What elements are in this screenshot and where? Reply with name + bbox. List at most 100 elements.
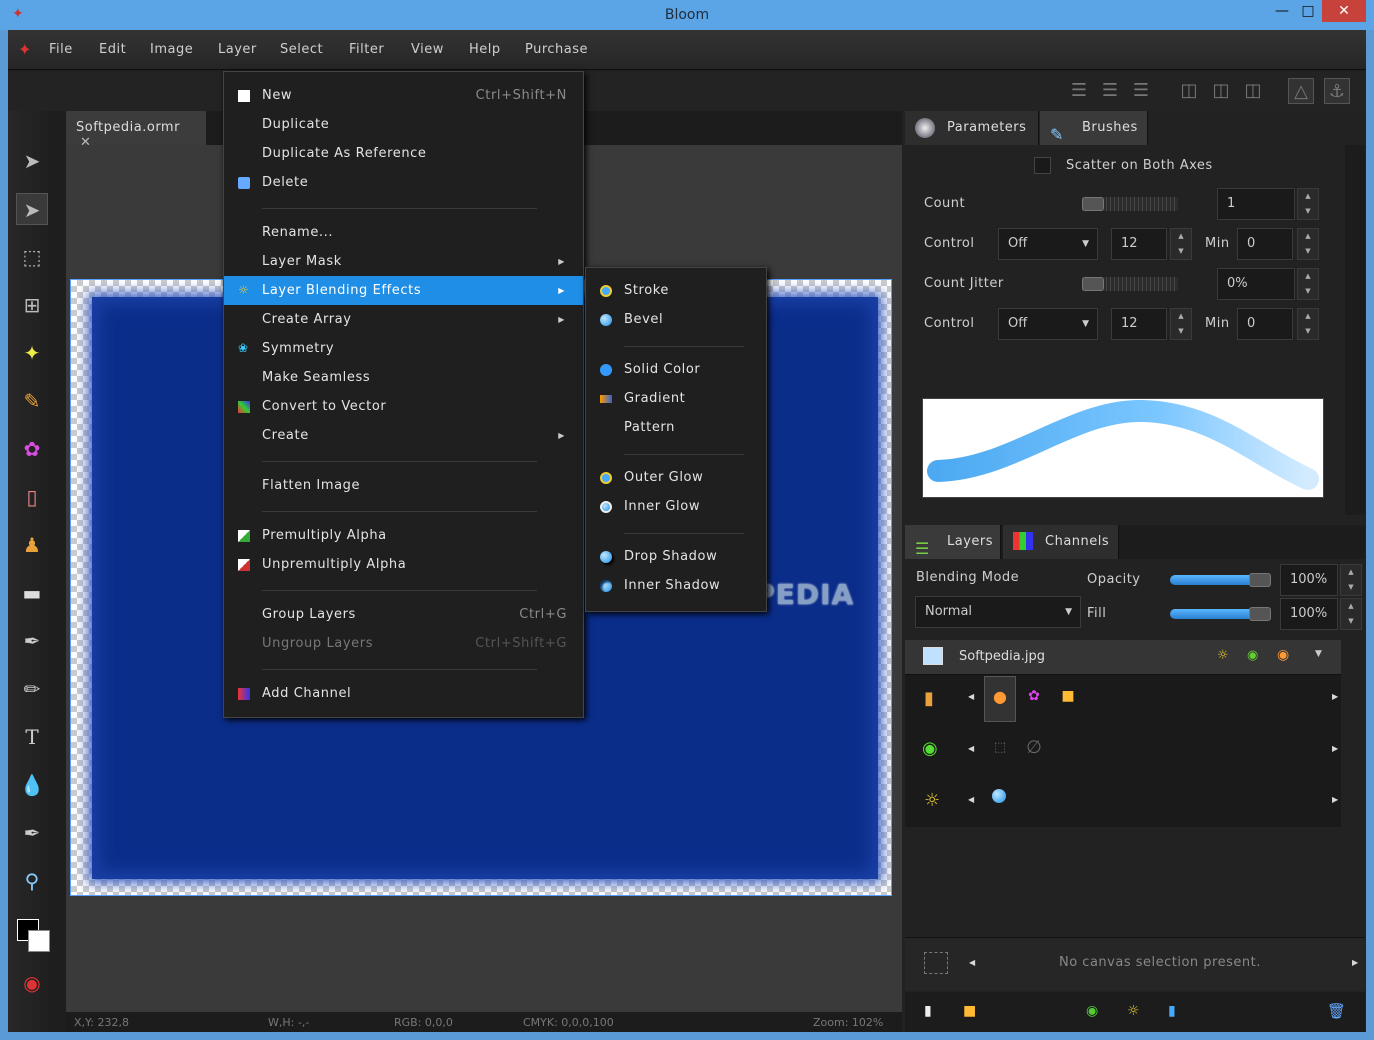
align-right-icon[interactable]: ☰ xyxy=(1128,78,1154,104)
add-mask-icon[interactable]: ◉ xyxy=(1086,1003,1098,1019)
opacity-slider-knob[interactable] xyxy=(1249,573,1271,587)
row-left-arrow-1[interactable]: ◀ xyxy=(968,692,974,701)
mask-tool-icon[interactable]: ◉ xyxy=(16,967,48,999)
submenu-item-bevel[interactable]: Bevel xyxy=(586,305,766,334)
tab-channels[interactable]: Channels xyxy=(1003,525,1119,559)
shape-tool-icon[interactable]: ▬ xyxy=(16,577,48,609)
menu-image[interactable]: Image xyxy=(150,42,193,57)
chevron-down-icon[interactable]: ▼ xyxy=(1315,649,1322,659)
count-jitter-knob[interactable] xyxy=(1082,277,1104,291)
snap-icon[interactable]: △ xyxy=(1288,78,1314,104)
count-slider-knob[interactable] xyxy=(1082,197,1104,211)
row-right-arrow-3[interactable]: ▶ xyxy=(1332,795,1338,804)
effect-cell-brush[interactable]: ✿ xyxy=(1018,676,1050,722)
menu-item-layer-blending-effects[interactable]: ☼ Layer Blending Effects ▶ xyxy=(224,276,583,305)
visibility-eye-icon[interactable]: ◉ xyxy=(1277,647,1289,663)
control2-number-input[interactable]: 12 xyxy=(1111,308,1167,340)
marquee-tool-icon[interactable]: ⬚ xyxy=(16,241,48,273)
select-tool-icon[interactable]: ➤ xyxy=(16,193,48,225)
align-center-h-icon[interactable]: ☰ xyxy=(1097,78,1123,104)
menu-select[interactable]: Select xyxy=(280,42,323,57)
submenu-item-outer-glow[interactable]: Outer Glow xyxy=(586,463,766,492)
menu-item-make-seamless[interactable]: Make Seamless xyxy=(224,363,583,392)
mask-icon[interactable]: ◉ xyxy=(1247,648,1258,663)
eraser-tool-icon[interactable]: ▯ xyxy=(16,481,48,513)
count-input[interactable]: 1 xyxy=(1217,188,1295,220)
menu-item-flatten-image[interactable]: Flatten Image xyxy=(224,471,583,500)
control-number-spinner[interactable]: ▲ ▼ xyxy=(1170,228,1192,260)
menu-item-duplicate[interactable]: Duplicate xyxy=(224,110,583,139)
pen-tool-icon[interactable]: ✒ xyxy=(16,625,48,657)
menu-item-convert-vector[interactable]: Convert to Vector xyxy=(224,392,583,421)
control2-number-spinner[interactable]: ▲ ▼ xyxy=(1170,308,1192,340)
maximize-button[interactable]: □ xyxy=(1292,0,1324,22)
close-button[interactable]: ✕ xyxy=(1322,0,1366,22)
menu-file[interactable]: File xyxy=(49,42,73,57)
opacity-input[interactable]: 100% xyxy=(1280,564,1338,596)
submenu-item-inner-shadow[interactable]: Inner Shadow xyxy=(586,571,766,600)
eyedropper-tool-icon[interactable]: ✒ xyxy=(16,817,48,849)
move-tool-icon[interactable]: ➤ xyxy=(16,145,48,177)
layer-row[interactable]: Softpedia.jpg ☼ ◉ ◉ ▼ xyxy=(905,640,1341,674)
effect-dot-icon[interactable] xyxy=(992,789,1006,803)
count-spinner[interactable]: ▲ ▼ xyxy=(1297,188,1319,220)
min-spinner[interactable]: ▲ ▼ xyxy=(1297,228,1319,260)
brush-tool-icon[interactable]: ✿ xyxy=(16,433,48,465)
menu-item-create[interactable]: Create ▶ xyxy=(224,421,583,450)
align-left-icon[interactable]: ☰ xyxy=(1066,78,1092,104)
align-top-icon[interactable]: ◫ xyxy=(1176,78,1202,104)
row-right-arrow-1[interactable]: ▶ xyxy=(1332,692,1338,701)
fill-tool-icon[interactable]: 💧 xyxy=(16,769,48,801)
submenu-item-drop-shadow[interactable]: Drop Shadow xyxy=(586,542,766,571)
magic-wand-icon[interactable]: ✦ xyxy=(16,337,48,369)
smudge-tool-icon[interactable]: ✏ xyxy=(16,673,48,705)
crop-tool-icon[interactable]: ⊞ xyxy=(16,289,48,321)
align-center-v-icon[interactable]: ◫ xyxy=(1208,78,1234,104)
menu-item-delete[interactable]: Delete xyxy=(224,168,583,197)
menu-item-duplicate-reference[interactable]: Duplicate As Reference xyxy=(224,139,583,168)
scatter-checkbox[interactable] xyxy=(1034,157,1051,174)
menu-filter[interactable]: Filter xyxy=(349,42,384,57)
submenu-item-solid-color[interactable]: Solid Color xyxy=(586,355,766,384)
parameters-scrollbar[interactable] xyxy=(1345,145,1365,515)
none-cell-icon[interactable]: ∅ xyxy=(1018,728,1050,772)
fill-spinner[interactable]: ▲ ▼ xyxy=(1340,598,1362,630)
delete-layer-icon[interactable]: 🗑 xyxy=(1327,1002,1346,1020)
min2-spinner[interactable]: ▲ ▼ xyxy=(1297,308,1319,340)
menu-item-premultiply-alpha[interactable]: Premultiply Alpha xyxy=(224,521,583,550)
opacity-spinner[interactable]: ▲ ▼ xyxy=(1340,564,1362,596)
submenu-item-gradient[interactable]: Gradient xyxy=(586,384,766,413)
background-color-swatch[interactable] xyxy=(28,930,50,952)
menu-item-unpremultiply-alpha[interactable]: Unpremultiply Alpha xyxy=(224,550,583,579)
open-folder-icon[interactable]: ■ xyxy=(963,1003,976,1019)
submenu-item-pattern[interactable]: Pattern xyxy=(586,413,766,442)
selection-right-arrow[interactable]: ▶ xyxy=(1352,958,1358,967)
blend-effects-icon[interactable]: ☼ xyxy=(1217,648,1229,663)
menu-item-new[interactable]: New Ctrl+Shift+N xyxy=(224,81,583,110)
menu-item-rename[interactable]: Rename... xyxy=(224,218,583,247)
align-bottom-icon[interactable]: ◫ xyxy=(1240,78,1266,104)
tab-layers[interactable]: ☰ Layers xyxy=(905,525,1001,559)
menu-item-add-channel[interactable]: Add Channel xyxy=(224,679,583,708)
document-tab[interactable]: Softpedia.ormr ✕ xyxy=(66,111,206,150)
count-jitter-input[interactable]: 0% xyxy=(1217,268,1295,300)
pencil-tool-icon[interactable]: ✎ xyxy=(16,385,48,417)
text-tool-icon[interactable]: T xyxy=(16,721,48,753)
control2-dropdown[interactable]: Off ▼ xyxy=(998,308,1098,340)
submenu-item-stroke[interactable]: Stroke xyxy=(586,276,766,305)
count-jitter-spinner[interactable]: ▲ ▼ xyxy=(1297,268,1319,300)
effect-cell-folder[interactable]: ■ xyxy=(1052,676,1084,722)
add-channel-icon[interactable]: ▮ xyxy=(1168,1003,1176,1019)
control-dropdown[interactable]: Off ▼ xyxy=(998,228,1098,260)
menu-item-layer-mask[interactable]: Layer Mask ▶ xyxy=(224,247,583,276)
row-left-arrow-2[interactable]: ◀ xyxy=(968,744,974,753)
fill-slider-knob[interactable] xyxy=(1249,607,1271,621)
menu-item-create-array[interactable]: Create Array ▶ xyxy=(224,305,583,334)
fill-input[interactable]: 100% xyxy=(1280,598,1338,630)
new-layer-icon[interactable]: ▮ xyxy=(924,1003,932,1019)
control-number-input[interactable]: 12 xyxy=(1111,228,1167,260)
menu-help[interactable]: Help xyxy=(469,42,501,57)
tab-brushes[interactable]: ✎ Brushes xyxy=(1040,111,1148,145)
menu-purchase[interactable]: Purchase xyxy=(525,42,588,57)
zoom-tool-icon[interactable]: ⚲ xyxy=(16,865,48,897)
